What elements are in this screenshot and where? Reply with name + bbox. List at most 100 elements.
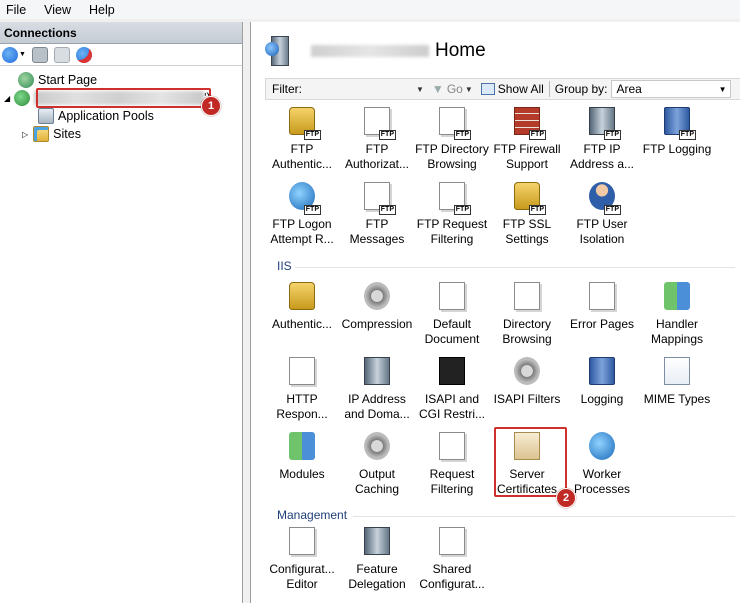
feature-label-line1: Handler	[655, 317, 699, 331]
go-dropdown-icon[interactable]: ▼	[465, 85, 473, 94]
feature-label-line2: Support	[505, 157, 549, 171]
feature-label-line1: Error Pages	[569, 317, 635, 331]
tree-item-application-pools[interactable]: Application Pools	[38, 107, 154, 125]
ftp-logon-attempt-icon: FTP	[285, 180, 321, 215]
show-all-button[interactable]: Show All	[480, 82, 544, 96]
feature-label-line1: Logging	[580, 392, 624, 406]
feature-error-pages[interactable]: Error Pages	[564, 280, 640, 332]
feature-feature-delegation[interactable]: Feature Delegation	[339, 525, 415, 592]
feature-label-line1: Authentic...	[271, 317, 333, 331]
feature-directory-browsing[interactable]: Directory Browsing	[489, 280, 565, 347]
feature-logging[interactable]: Logging	[564, 355, 640, 407]
callout-badge-2: 2	[556, 488, 576, 508]
feature-label-line2: Respon...	[276, 407, 328, 421]
feature-isapi-filters[interactable]: ISAPI Filters	[489, 355, 565, 407]
feature-default-document[interactable]: Default Document	[414, 280, 490, 347]
feature-authentication[interactable]: Authentic...	[264, 280, 340, 332]
server-icon	[14, 90, 31, 106]
section-label-management: Management	[277, 508, 348, 522]
collapse-icon[interactable]: ◢	[4, 94, 10, 103]
feature-ftp-ssl[interactable]: FTP FTP SSL Settings	[489, 180, 565, 247]
feature-shared-configuration[interactable]: Shared Configurat...	[414, 525, 490, 592]
feature-ip-address[interactable]: IP Address and Doma...	[339, 355, 415, 422]
dropdown-arrow-icon[interactable]: ▼	[19, 51, 26, 58]
toolbar-separator	[548, 81, 550, 97]
tree-item-start-page[interactable]: Start Page	[18, 71, 97, 89]
home-title-text: Home	[435, 40, 486, 61]
ftp-messages-icon: FTP	[360, 180, 396, 215]
feature-ftp-authentication[interactable]: FTP FTP Authentic...	[264, 105, 340, 172]
disconnect-icon[interactable]	[75, 46, 92, 63]
feature-ftp-messages[interactable]: FTP FTP Messages	[339, 180, 415, 247]
feature-label-line1: Configurat...	[269, 562, 335, 576]
feature-worker-processes[interactable]: Worker Processes	[564, 430, 640, 497]
filter-dropdown-icon[interactable]: ▼	[416, 85, 424, 94]
feature-label-line1: Shared	[432, 562, 472, 576]
start-page-label: Start Page	[38, 73, 98, 87]
save-icon[interactable]	[31, 46, 48, 63]
feature-ftp-ip-address[interactable]: FTP FTP IP Address a...	[564, 105, 640, 172]
feature-label-line1: ISAPI Filters	[493, 392, 561, 406]
mime-types-icon	[660, 355, 694, 389]
feature-isapi-cgi[interactable]: ISAPI and CGI Restri...	[414, 355, 490, 422]
output-caching-icon	[360, 430, 394, 464]
icon-glyph	[439, 282, 465, 310]
icon-glyph	[364, 432, 390, 460]
feature-mime-types[interactable]: MIME Types	[639, 355, 715, 407]
feature-label-line1: FTP	[290, 142, 314, 156]
ftp-ssl-icon: FTP	[510, 180, 546, 215]
feature-ftp-logon-attempt[interactable]: FTP FTP Logon Attempt R...	[264, 180, 340, 247]
feature-label-line1: FTP Request	[416, 217, 488, 231]
tree-item-sites[interactable]: ▷ Sites	[22, 125, 81, 143]
expand-icon[interactable]: ▷	[22, 130, 28, 139]
feature-handler-mappings[interactable]: Handler Mappings	[639, 280, 715, 347]
feature-ftp-authorization[interactable]: FTP FTP Authorizat...	[339, 105, 415, 172]
group-by-select[interactable]: Area ▼	[611, 80, 732, 98]
feature-ftp-user-isolation[interactable]: FTP FTP User Isolation	[564, 180, 640, 247]
up-folder-icon[interactable]	[53, 46, 70, 63]
feature-ftp-logging[interactable]: FTP FTP Logging	[639, 105, 715, 157]
feature-http-response[interactable]: HTTP Respon...	[264, 355, 340, 422]
feature-label-line2: Mappings	[650, 332, 704, 346]
configuration-editor-icon	[285, 525, 319, 559]
feature-ftp-directory-browsing[interactable]: FTP FTP Directory Browsing	[414, 105, 490, 172]
feature-ftp-request-filtering[interactable]: FTP FTP Request Filtering	[414, 180, 490, 247]
feature-output-caching[interactable]: Output Caching	[339, 430, 415, 497]
shared-configuration-icon	[435, 525, 469, 559]
connect-globe-icon[interactable]	[2, 46, 18, 63]
ftp-badge-icon: FTP	[603, 205, 621, 215]
feature-label-line2: Editor	[286, 577, 318, 591]
feature-modules[interactable]: Modules	[264, 430, 340, 482]
feature-request-filtering[interactable]: Request Filtering	[414, 430, 490, 497]
authentication-icon	[285, 280, 319, 314]
section-divider	[353, 516, 735, 517]
go-button[interactable]: ▼ Go	[432, 82, 463, 96]
ftp-badge-icon: FTP	[378, 205, 396, 215]
section-label-iis: IIS	[277, 259, 292, 273]
feature-label-line2: Browsing	[427, 157, 477, 171]
menu-view[interactable]: View	[44, 3, 71, 17]
feature-label-line1: Feature	[356, 562, 398, 576]
default-document-icon	[435, 280, 469, 314]
icon-glyph	[289, 357, 315, 385]
icon-glyph	[364, 357, 390, 385]
feature-ftp-firewall[interactable]: FTP FTP Firewall Support	[489, 105, 565, 172]
isapi-cgi-icon	[435, 355, 469, 389]
icon-glyph	[589, 357, 615, 385]
server-large-icon	[265, 34, 299, 68]
feature-configuration-editor[interactable]: Configurat... Editor	[264, 525, 340, 592]
icon-glyph	[289, 527, 315, 555]
menu-help[interactable]: Help	[89, 3, 115, 17]
menu-file[interactable]: File	[6, 3, 26, 17]
feature-label-line1: ISAPI and	[424, 392, 480, 406]
feature-compression[interactable]: Compression	[339, 280, 415, 332]
feature-label-line1: FTP	[365, 142, 389, 156]
handler-mappings-icon	[660, 280, 694, 314]
section-divider	[295, 267, 735, 268]
ftp-firewall-icon: FTP	[510, 105, 546, 140]
feature-label-line1: FTP Directory	[415, 142, 489, 156]
icon-glyph	[514, 282, 540, 310]
server-name-redacted	[311, 45, 429, 57]
icon-glyph	[364, 282, 390, 310]
icon-glyph	[439, 527, 465, 555]
